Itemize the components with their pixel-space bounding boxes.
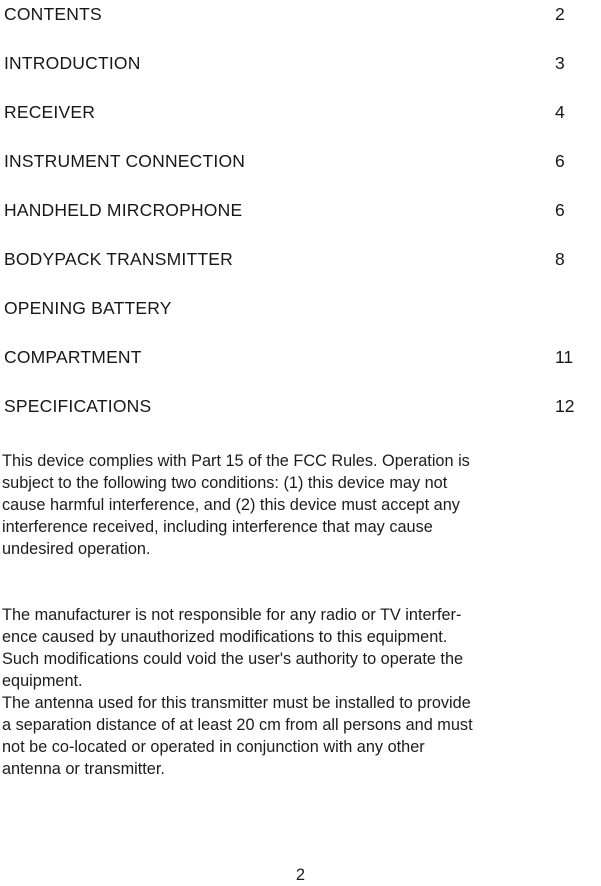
paragraph-line: cause harmful interference, and (2) this… bbox=[2, 496, 460, 514]
toc-entry-title: HANDHELD MIRCROPHONE bbox=[4, 200, 243, 220]
toc-entry-receiver: RECEIVER 4 bbox=[0, 98, 601, 147]
manufacturer-liability-paragraph: The manufacturer is not responsible for … bbox=[2, 604, 601, 780]
toc-entry-opening-battery: OPENING BATTERY bbox=[0, 294, 601, 343]
toc-entry-specifications: SPECIFICATIONS 12 bbox=[0, 392, 601, 441]
page-footer: 2 bbox=[0, 866, 601, 885]
toc-entry-title: BODYPACK TRANSMITTER bbox=[4, 249, 233, 269]
paragraph-line: antenna or transmitter. bbox=[2, 760, 165, 778]
paragraph-line: The manufacturer is not responsible for … bbox=[2, 606, 462, 624]
paragraph-line: The antenna used for this transmitter mu… bbox=[2, 694, 471, 712]
paragraph-line: undesired operation. bbox=[2, 540, 151, 558]
toc-entry-title: INSTRUMENT CONNECTION bbox=[4, 151, 246, 171]
document-page: CONTENTS 2 INTRODUCTION 3 RECEIVER 4 INS… bbox=[0, 0, 601, 886]
paragraph-line: interference received, including interfe… bbox=[2, 518, 433, 536]
toc-entry-page-number: 2 bbox=[555, 4, 565, 24]
paragraph-line: ence caused by unauthorized modification… bbox=[2, 628, 448, 646]
toc-entry-title: RECEIVER bbox=[4, 102, 96, 122]
toc-entry-page-number: 11 bbox=[555, 347, 574, 367]
toc-entry-page-number: 8 bbox=[555, 249, 565, 269]
toc-entry-handheld-microphone: HANDHELD MIRCROPHONE 6 bbox=[0, 196, 601, 245]
toc-entry-title: SPECIFICATIONS bbox=[4, 396, 152, 416]
toc-entry-compartment: COMPARTMENT 11 bbox=[0, 343, 601, 392]
toc-entry-title: OPENING BATTERY bbox=[4, 298, 172, 318]
toc-entry-instrument-connection: INSTRUMENT CONNECTION 6 bbox=[0, 147, 601, 196]
toc-entry-title: INTRODUCTION bbox=[4, 53, 141, 73]
toc-entry-page-number: 4 bbox=[555, 102, 565, 122]
toc-entry-page-number: 12 bbox=[555, 396, 575, 416]
paragraph-line: equipment. bbox=[2, 672, 83, 690]
toc-entry-title: COMPARTMENT bbox=[4, 347, 142, 367]
paragraph-line: This device complies with Part 15 of the… bbox=[2, 452, 470, 470]
table-of-contents: CONTENTS 2 INTRODUCTION 3 RECEIVER 4 INS… bbox=[0, 0, 601, 441]
paragraph-line: not be co-located or operated in conjunc… bbox=[2, 738, 425, 756]
toc-entry-page-number: 6 bbox=[555, 200, 565, 220]
toc-entry-page-number: 6 bbox=[555, 151, 565, 171]
paragraph-line: a separation distance of at least 20 cm … bbox=[2, 716, 473, 734]
fcc-compliance-paragraph: This device complies with Part 15 of the… bbox=[2, 450, 601, 560]
toc-entry-page-number: 3 bbox=[555, 53, 565, 73]
paragraph-line: subject to the following two conditions:… bbox=[2, 474, 448, 492]
page-number: 2 bbox=[295, 866, 306, 884]
toc-entry-title: CONTENTS bbox=[4, 4, 102, 24]
toc-entry-bodypack-transmitter: BODYPACK TRANSMITTER 8 bbox=[0, 245, 601, 294]
paragraph-line: Such modifications could void the user's… bbox=[2, 650, 464, 668]
toc-entry-introduction: INTRODUCTION 3 bbox=[0, 49, 601, 98]
toc-entry-contents: CONTENTS 2 bbox=[0, 0, 601, 49]
